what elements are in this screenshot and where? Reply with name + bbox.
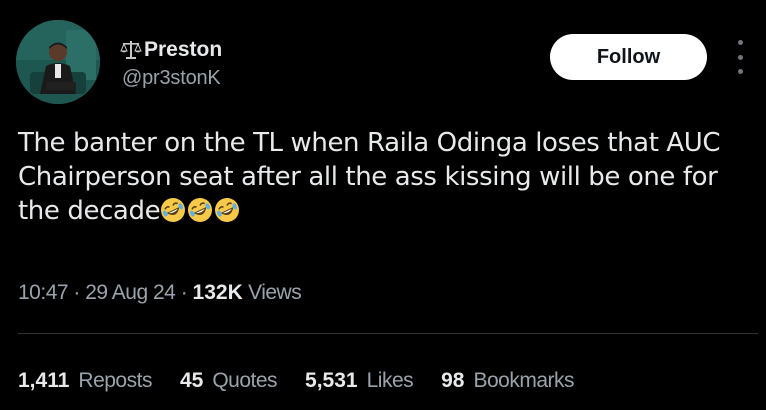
more-options-icon[interactable] bbox=[730, 40, 750, 74]
balance-scale-icon bbox=[120, 41, 142, 59]
quotes-stat[interactable]: 45 Quotes bbox=[179, 368, 278, 394]
bookmarks-stat[interactable]: 98 Bookmarks bbox=[441, 368, 574, 394]
more-dot bbox=[737, 69, 743, 74]
avatar[interactable] bbox=[16, 20, 100, 104]
tweet-text: The banter on the TL when Raila Odinga l… bbox=[18, 126, 748, 228]
author-name-row[interactable]: Preston bbox=[120, 38, 222, 62]
bookmarks-count: 98 bbox=[441, 369, 465, 392]
tweet-card: Preston @pr3stonK Follow The banter on t… bbox=[0, 0, 766, 410]
rofl-emoji-icon bbox=[215, 198, 240, 222]
likes-label: Likes bbox=[366, 369, 414, 392]
quotes-label: Quotes bbox=[212, 369, 278, 392]
tweet-body: The banter on the TL when Raila Odinga l… bbox=[18, 128, 721, 226]
reposts-count: 1,411 bbox=[18, 369, 70, 392]
more-dot bbox=[737, 40, 743, 45]
tweet-date[interactable]: 29 Aug 24 bbox=[85, 281, 176, 304]
views-label: Views bbox=[248, 281, 302, 304]
tweet-meta: 10:47 · 29 Aug 24 · 132K Views bbox=[18, 280, 302, 306]
bookmarks-label: Bookmarks bbox=[473, 369, 575, 392]
avatar-image bbox=[16, 20, 100, 104]
emoji-group bbox=[160, 197, 240, 223]
reposts-stat[interactable]: 1,411 Reposts bbox=[18, 368, 152, 394]
meta-separator: · bbox=[180, 281, 188, 304]
author-handle[interactable]: @pr3stonK bbox=[122, 66, 221, 90]
rofl-emoji-icon bbox=[161, 198, 186, 222]
likes-count: 5,531 bbox=[305, 369, 358, 392]
reposts-label: Reposts bbox=[78, 369, 152, 392]
author-display-name[interactable]: Preston bbox=[144, 38, 222, 62]
views-count: 132K bbox=[192, 281, 243, 304]
likes-stat[interactable]: 5,531 Likes bbox=[305, 368, 414, 394]
quotes-count: 45 bbox=[179, 369, 204, 392]
divider bbox=[18, 333, 758, 334]
follow-button[interactable]: Follow bbox=[550, 34, 707, 80]
rofl-emoji-icon bbox=[188, 198, 213, 222]
meta-separator: · bbox=[73, 281, 80, 304]
tweet-time[interactable]: 10:47 bbox=[18, 281, 69, 304]
more-dot bbox=[737, 54, 743, 60]
engagement-stats: 1,411 Reposts 45 Quotes 5,531 Likes 98 B… bbox=[18, 368, 575, 394]
